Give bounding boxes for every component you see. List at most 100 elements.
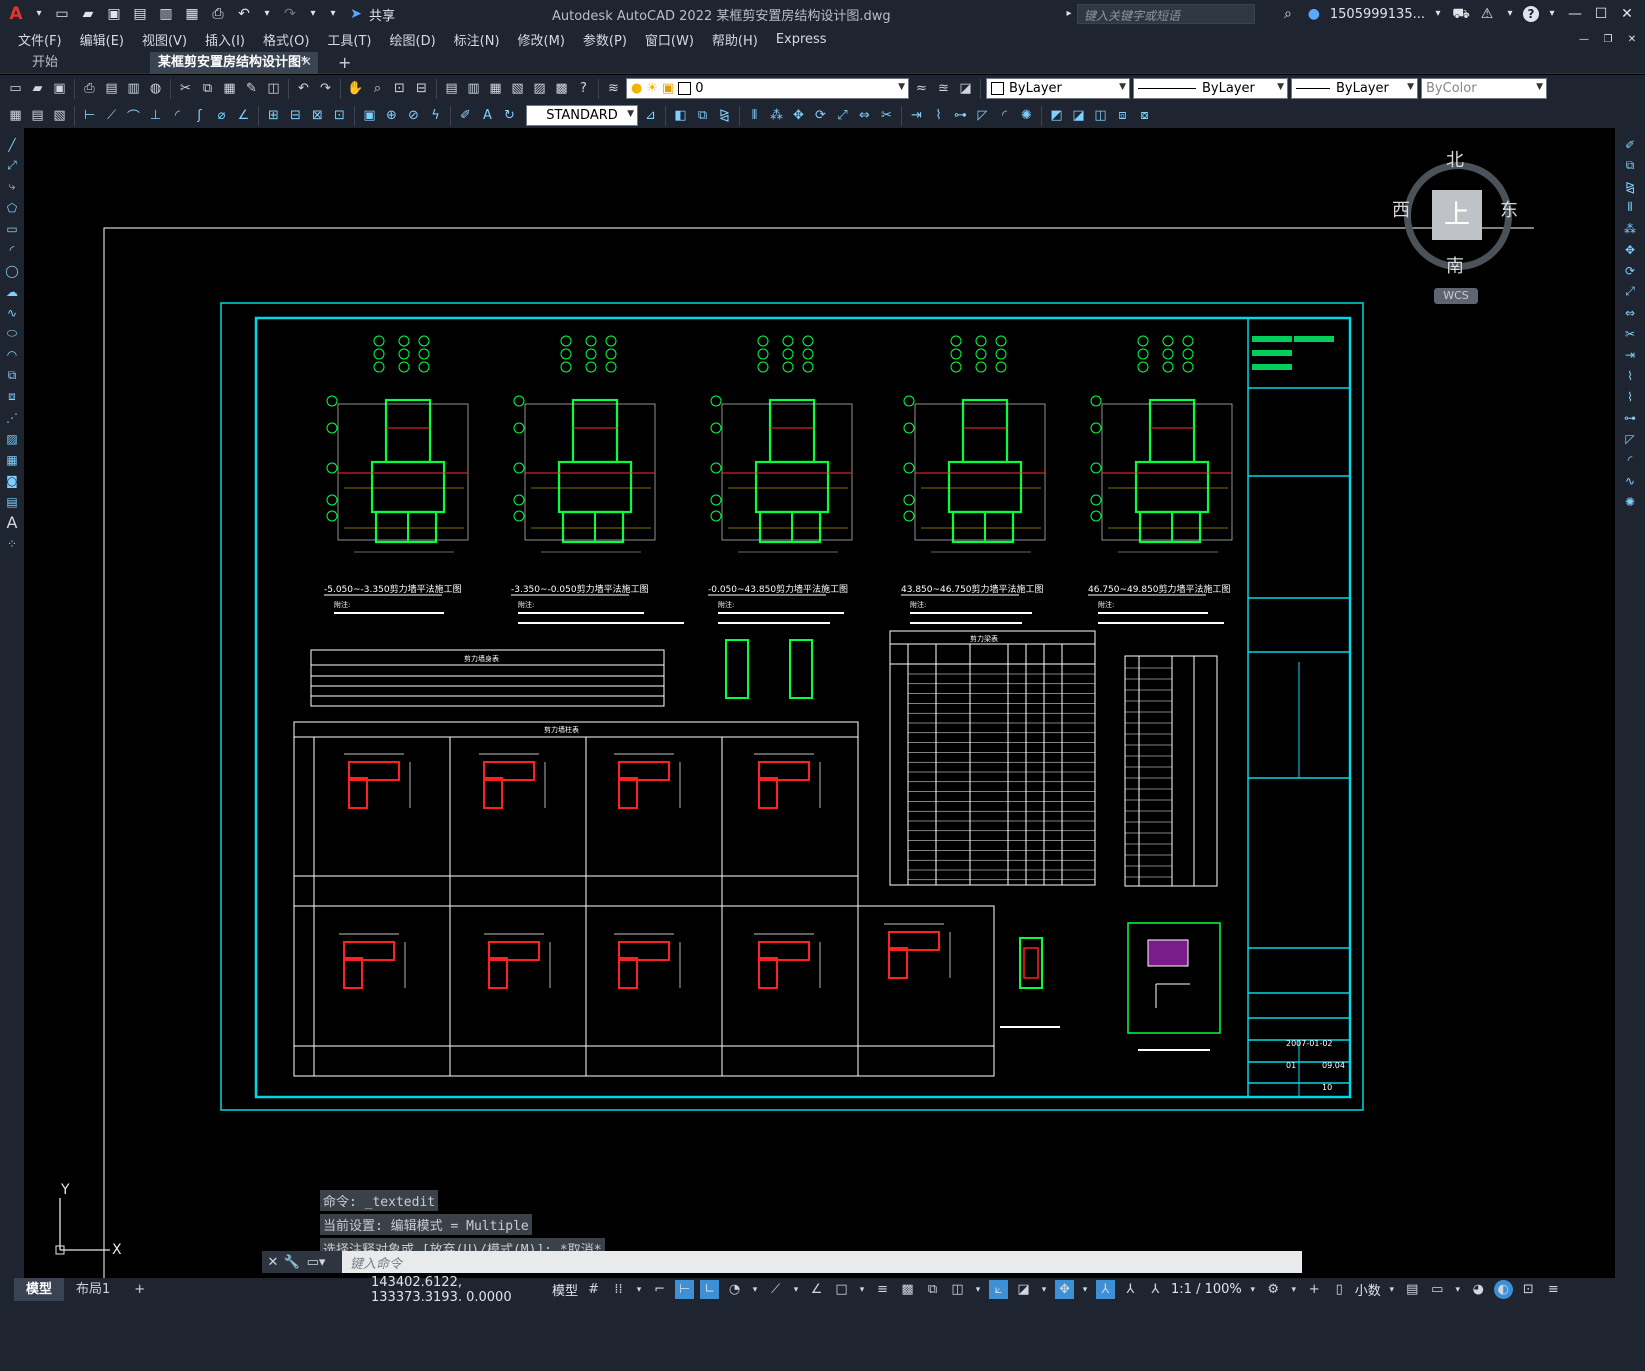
dimstyle-icon[interactable]: ⊿ — [641, 106, 660, 125]
trim-icon[interactable]: ✂ — [877, 106, 896, 125]
snap-dropdown-icon[interactable]: ▾ — [634, 1280, 644, 1299]
stretch-tool-icon[interactable]: ⇔ — [1620, 304, 1640, 321]
osnap-icon[interactable]: □ — [832, 1280, 851, 1299]
menu-view[interactable]: 视图(V) — [136, 30, 199, 49]
ortho-icon[interactable]: ∟ — [700, 1280, 720, 1299]
copy-tool-icon[interactable]: ⧉ — [1620, 157, 1640, 174]
zoom-previous-icon[interactable]: ⊟ — [412, 79, 431, 98]
app-menu-chevron-icon[interactable]: ▾ — [32, 4, 46, 24]
ungroup-icon[interactable]: ⧇ — [1135, 106, 1154, 125]
dimtedit-icon[interactable]: A — [478, 106, 497, 125]
mirror-icon[interactable]: ⧎ — [715, 106, 734, 125]
move-icon[interactable]: ✥ — [789, 106, 808, 125]
ellipse-arc-icon[interactable]: ◠ — [2, 346, 22, 363]
quick-properties-icon[interactable]: ▤ — [1403, 1280, 1422, 1299]
tool-palettes-icon[interactable]: ▦ — [486, 79, 505, 98]
user-dropdown-icon[interactable]: ▾ — [1431, 4, 1445, 24]
infer-icon[interactable]: ⌐ — [650, 1280, 669, 1299]
rotate-tool-icon[interactable]: ⟳ — [1620, 262, 1640, 279]
tab-drawing[interactable]: 某框剪安置房结构设计图* ✕ — [150, 52, 318, 74]
selection-filter-dropdown-icon[interactable]: ▾ — [1039, 1280, 1049, 1299]
lineweight-dropdown[interactable]: ByLayer ▼ — [1291, 78, 1418, 99]
break-icon[interactable]: ⌇ — [929, 106, 948, 125]
extend-icon[interactable]: ⇥ — [907, 106, 926, 125]
snap-icon[interactable]: ⁞⁞ — [609, 1280, 628, 1299]
tab-start[interactable]: 开始 — [24, 52, 146, 74]
add-layout-button[interactable]: + — [122, 1278, 157, 1301]
paste-icon[interactable]: ▦ — [220, 79, 239, 98]
customize-qa-icon[interactable]: ▾ — [326, 4, 340, 24]
units-value[interactable]: 小数 — [1355, 1280, 1381, 1299]
hardware-acceleration-icon[interactable]: ◐ — [1493, 1280, 1513, 1299]
dimedit-icon[interactable]: ✐ — [456, 106, 475, 125]
diameter-dim-icon[interactable]: ⌀ — [212, 106, 231, 125]
fillet-icon[interactable]: ◜ — [995, 106, 1014, 125]
menu-draw[interactable]: 绘图(D) — [384, 30, 448, 49]
redo-dropdown-icon[interactable]: ▾ — [306, 4, 320, 24]
doc-close-icon[interactable]: ✕ — [1625, 30, 1639, 50]
viewcube-west[interactable]: 西 — [1392, 196, 1410, 222]
help-dropdown-icon[interactable]: ▾ — [1545, 4, 1559, 24]
share-button[interactable]: ➤ 共享 — [346, 4, 395, 24]
pan-icon[interactable]: ✋ — [346, 79, 365, 98]
cut-icon[interactable]: ✂ — [176, 79, 195, 98]
inspect-icon[interactable]: ⊘ — [404, 106, 423, 125]
layer-state-icon[interactable]: ◪ — [956, 79, 975, 98]
ellipse-icon[interactable]: ⬭ — [2, 325, 22, 342]
lineweight-icon[interactable]: ≡ — [873, 1280, 892, 1299]
cart-icon[interactable]: ⛟ — [1451, 4, 1471, 24]
calculator-icon[interactable]: ▩ — [552, 79, 571, 98]
mtext-icon[interactable]: A — [2, 513, 22, 532]
annotation-monitor-icon[interactable]: + — [1305, 1280, 1324, 1299]
new-file-icon[interactable]: ▭ — [6, 79, 25, 98]
rotate-icon[interactable]: ⟳ — [811, 106, 830, 125]
array-icon[interactable]: ⁂ — [767, 106, 786, 125]
polar-dropdown-icon[interactable]: ▾ — [750, 1280, 760, 1299]
menu-help[interactable]: 帮助(H) — [706, 30, 770, 49]
undo-icon[interactable]: ↶ — [234, 4, 254, 24]
trim-tool-icon[interactable]: ✂ — [1620, 325, 1640, 342]
menu-express[interactable]: Express — [770, 32, 839, 47]
polar-icon[interactable]: ◔ — [725, 1280, 744, 1299]
help-icon[interactable]: ? — [1523, 6, 1539, 22]
selection-filter-icon[interactable]: ◪ — [1014, 1280, 1033, 1299]
drawing-canvas[interactable]: 2007-01-02 09.04 10 01 -5.050~-3.350剪力墙平… — [24, 128, 1615, 1278]
open-file-icon[interactable]: ▰ — [28, 79, 47, 98]
menu-window[interactable]: 窗口(W) — [639, 30, 706, 49]
app-dropdown-icon[interactable]: ▾ — [1503, 4, 1517, 24]
tolerance-icon[interactable]: ▣ — [360, 106, 379, 125]
lock-ui-icon[interactable]: ▭ — [1428, 1280, 1447, 1299]
spline-icon[interactable]: ∿ — [2, 304, 22, 321]
menu-tools[interactable]: 工具(T) — [321, 30, 383, 49]
zoom-realtime-icon[interactable]: ⌕ — [368, 79, 387, 98]
isolate-objects-icon[interactable]: ◕ — [1469, 1280, 1488, 1299]
units-icon[interactable]: ▯ — [1330, 1280, 1349, 1299]
command-close-icon[interactable]: ✕ — [266, 1253, 280, 1272]
redo-tool-icon[interactable]: ↷ — [316, 79, 335, 98]
workspace-gear-icon[interactable]: ⚙ — [1264, 1280, 1283, 1299]
rectangle-icon[interactable]: ▭ — [2, 220, 22, 237]
grid-icon[interactable]: # — [584, 1280, 603, 1299]
chamfer-icon[interactable]: ◸ — [973, 106, 992, 125]
menu-modify[interactable]: 修改(M) — [512, 30, 577, 49]
table-icon[interactable]: ▦ — [6, 106, 25, 125]
field-icon[interactable]: ▤ — [28, 106, 47, 125]
group-icon[interactable]: ⧈ — [1113, 106, 1132, 125]
plot-icon[interactable]: ⎙ — [208, 4, 228, 24]
design-center-icon[interactable]: ▥ — [464, 79, 483, 98]
break-tool-icon[interactable]: ⌇ — [1620, 388, 1640, 405]
offset-icon[interactable]: ⫴ — [745, 106, 764, 125]
gradient-icon[interactable]: ▦ — [2, 451, 22, 468]
offset-tool-icon[interactable]: ⫴ — [1620, 199, 1640, 216]
linetype-dropdown[interactable]: ByLayer ▼ — [1133, 78, 1288, 99]
add-selected-icon[interactable]: ⁘ — [2, 535, 22, 552]
copy-object-icon[interactable]: ⧉ — [693, 106, 712, 125]
zoom-window-icon[interactable]: ⊡ — [390, 79, 409, 98]
search-icon[interactable]: ⌕ — [1278, 4, 1298, 24]
maximize-icon[interactable]: ☐ — [1591, 4, 1611, 24]
user-icon[interactable]: ● — [1304, 4, 1324, 24]
circle-icon[interactable]: ◯ — [2, 262, 22, 279]
chamfer-tool-icon[interactable]: ◸ — [1620, 430, 1640, 447]
bring-front-icon[interactable]: ◪ — [1069, 106, 1088, 125]
viewcube-east[interactable]: 东 — [1500, 196, 1518, 222]
